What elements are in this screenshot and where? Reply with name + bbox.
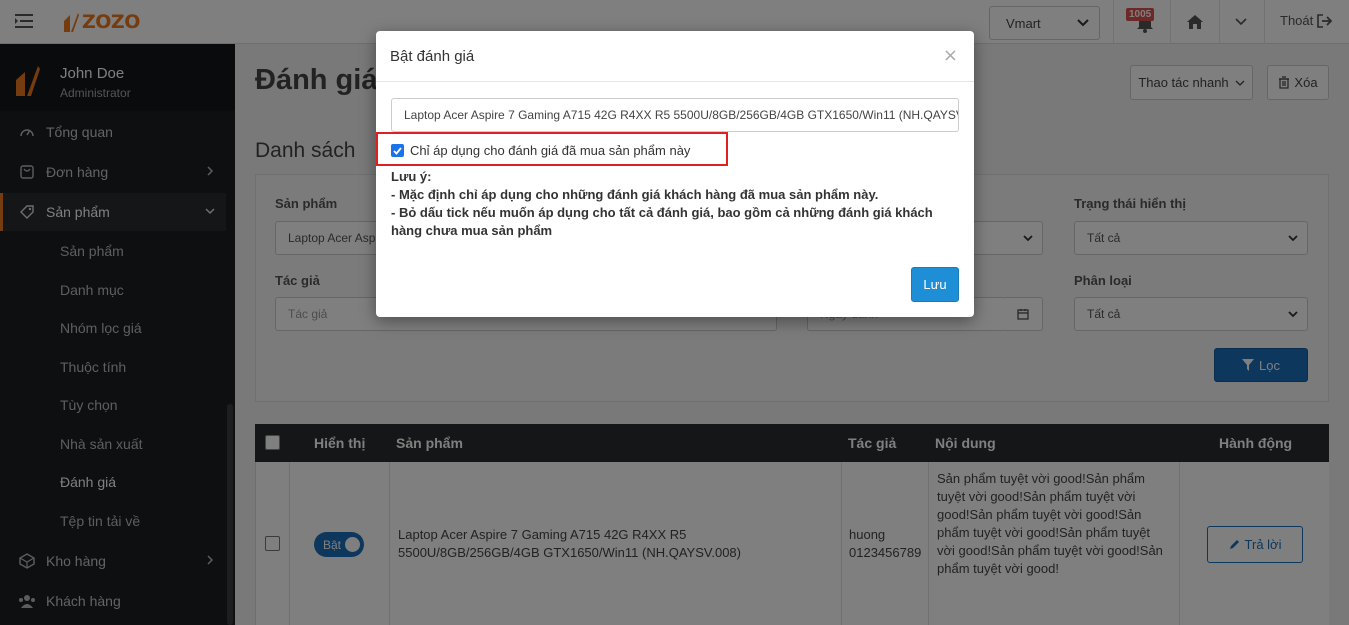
check-icon (393, 146, 402, 155)
modal-product-value: Laptop Acer Aspire 7 Gaming A715 42G R4X… (404, 108, 959, 122)
note-line-2: - Bỏ dấu tick nếu muốn áp dụng cho tất c… (391, 205, 933, 238)
purchased-only-checkbox[interactable] (391, 144, 404, 157)
purchased-only-label[interactable]: Chỉ áp dụng cho đánh giá đã mua sản phẩm… (410, 143, 690, 158)
modal-header: Bật đánh giá × (376, 31, 974, 82)
modal-product-input[interactable]: Laptop Acer Aspire 7 Gaming A715 42G R4X… (391, 98, 959, 132)
note-block: Lưu ý: - Mặc định chỉ áp dụng cho những … (391, 168, 951, 240)
note-title: Lưu ý: (391, 169, 432, 184)
modal-title: Bật đánh giá (390, 48, 475, 65)
note-line-1: - Mặc định chỉ áp dụng cho những đánh gi… (391, 187, 879, 202)
enable-review-modal: Bật đánh giá × Laptop Acer Aspire 7 Gami… (376, 31, 974, 317)
close-icon[interactable]: × (943, 45, 958, 66)
save-button[interactable]: Lưu (911, 267, 959, 302)
